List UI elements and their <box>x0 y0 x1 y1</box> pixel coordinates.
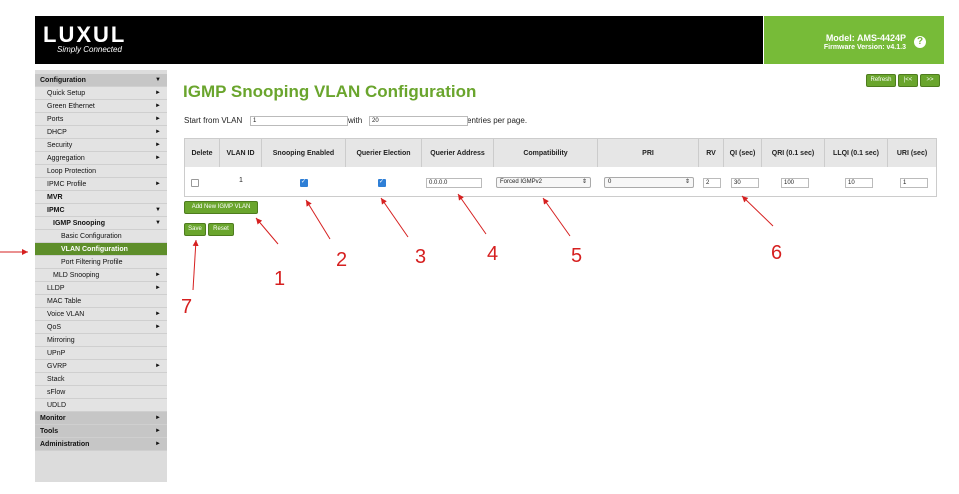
arrow-6 <box>741 195 774 227</box>
arrow-4 <box>457 193 487 235</box>
annotation-3: 3 <box>415 246 427 268</box>
arrow-7 <box>192 239 199 291</box>
annotation-2: 2 <box>336 249 348 271</box>
arrow-3 <box>380 197 409 238</box>
annotation-arrows <box>0 193 774 291</box>
annotation-7: 7 <box>181 296 193 318</box>
annotation-4: 4 <box>487 243 499 265</box>
arrow-1 <box>255 217 279 245</box>
annotation-5: 5 <box>571 245 583 267</box>
annotation-1: 1 <box>274 268 286 290</box>
arrow-2 <box>305 199 331 240</box>
annotation-6: 6 <box>771 242 783 264</box>
arrow-5 <box>542 197 571 237</box>
